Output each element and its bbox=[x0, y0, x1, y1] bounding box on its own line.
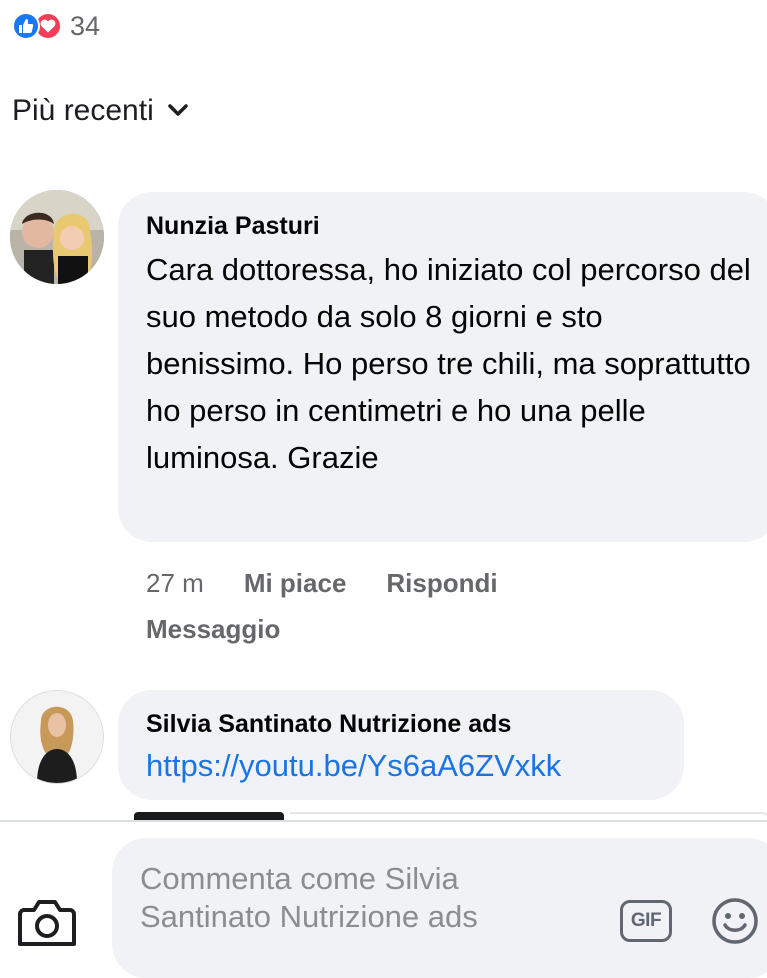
reply-button[interactable]: Rispondi bbox=[386, 568, 497, 598]
like-button[interactable]: Mi piace bbox=[244, 568, 347, 598]
comment-actions: 27 m Mi piace Rispondi Messaggio bbox=[146, 560, 706, 652]
like-reaction-icon bbox=[12, 12, 40, 40]
divider bbox=[0, 820, 767, 822]
comment-bubble: Nunzia Pasturi Cara dottoressa, ho inizi… bbox=[118, 192, 767, 542]
comment-input[interactable] bbox=[140, 860, 580, 950]
comment-composer: GIF bbox=[112, 838, 767, 978]
reaction-count: 34 bbox=[70, 10, 101, 41]
chevron-down-icon bbox=[168, 104, 188, 118]
comment-link[interactable]: https://youtu.be/Ys6aA6ZVxkk bbox=[146, 744, 658, 788]
link-preview-card bbox=[290, 812, 767, 824]
comment-author[interactable]: Silvia Santinato Nutrizione ads bbox=[146, 708, 658, 740]
avatar[interactable] bbox=[10, 690, 104, 784]
camera-icon[interactable] bbox=[18, 896, 76, 951]
message-button[interactable]: Messaggio bbox=[146, 614, 280, 644]
comment-author[interactable]: Nunzia Pasturi bbox=[146, 210, 752, 242]
avatar[interactable] bbox=[10, 190, 104, 284]
comment-bubble: Silvia Santinato Nutrizione ads https://… bbox=[118, 690, 684, 800]
emoji-icon[interactable] bbox=[710, 896, 760, 951]
sort-dropdown[interactable]: Più recenti bbox=[12, 94, 188, 128]
comment-text: Cara dottoressa, ho iniziato col percors… bbox=[146, 252, 751, 475]
comment-timestamp[interactable]: 27 m bbox=[146, 568, 204, 598]
reactions-summary[interactable]: 34 bbox=[12, 10, 100, 42]
sort-label: Più recenti bbox=[12, 94, 154, 127]
gif-button[interactable]: GIF bbox=[620, 900, 672, 942]
